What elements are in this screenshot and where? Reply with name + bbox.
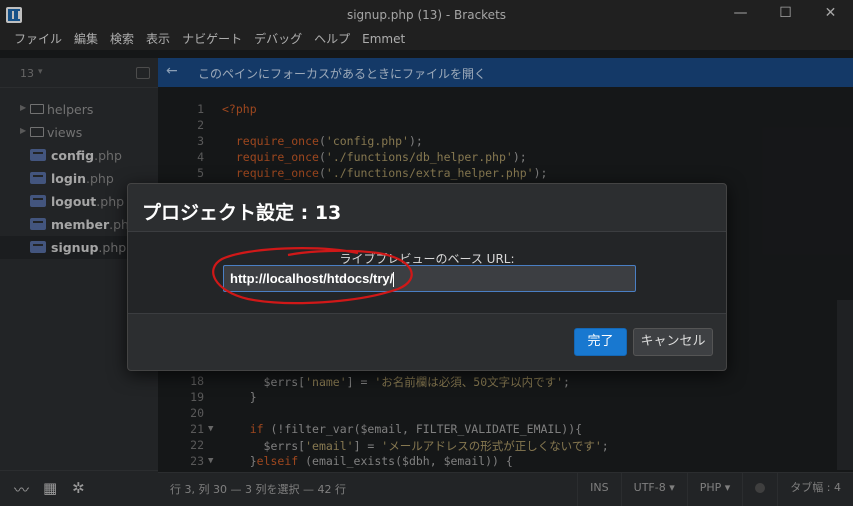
- project-settings-dialog: プロジェクト設定 : 13 ライブプレビューのベース URL: http://l…: [127, 183, 727, 371]
- done-button[interactable]: 完了: [574, 328, 627, 356]
- dialog-body: ライブプレビューのベース URL: http://localhost/htdoc…: [128, 231, 726, 314]
- text-caret: [393, 272, 395, 288]
- cancel-button[interactable]: キャンセル: [633, 328, 713, 356]
- base-url-value: http://localhost/htdocs/try/: [230, 271, 394, 286]
- dialog-title: プロジェクト設定 : 13: [142, 202, 342, 224]
- base-url-input[interactable]: http://localhost/htdocs/try/: [223, 265, 636, 292]
